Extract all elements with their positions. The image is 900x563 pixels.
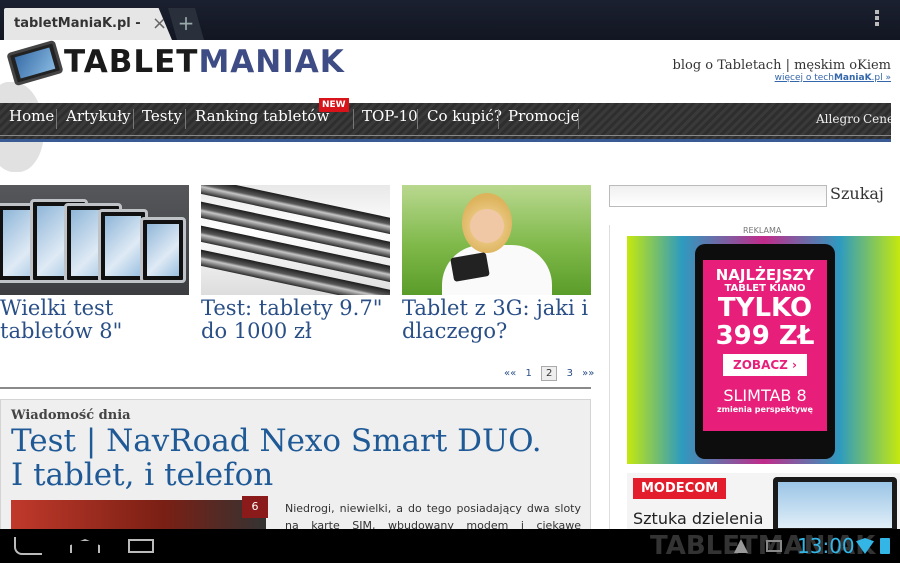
techlink-bold: ManiaK xyxy=(833,73,872,83)
logo-tablet-icon[interactable] xyxy=(6,40,64,87)
modecom-ad-banner[interactable]: MODECOM Sztuka dzielenia xyxy=(627,473,900,529)
pager-page-2[interactable]: 2 xyxy=(541,366,558,381)
modecom-logo: MODECOM xyxy=(633,478,727,499)
main-nav: Home Artykuły Testy Ranking tabletów NEW… xyxy=(0,98,891,139)
recent-apps-icon[interactable] xyxy=(128,539,154,553)
back-icon[interactable] xyxy=(14,537,42,555)
featured-title[interactable]: Test: tablety 9.7" do 1000 zł xyxy=(201,297,390,343)
daily-story-excerpt: Niedrogi, niewielki, a do tego posiadają… xyxy=(285,502,581,529)
daily-story: Wiadomość dnia Test | NavRoad Nexo Smart… xyxy=(0,399,591,529)
ad-only: TYLKO xyxy=(717,293,813,323)
nav-divider xyxy=(578,109,579,129)
nav-divider xyxy=(56,109,57,129)
nav-divider xyxy=(498,109,499,129)
nav-accent-line xyxy=(0,139,891,142)
featured-item[interactable]: Tablet z 3G: jaki i dlaczego? xyxy=(402,185,591,343)
site-tagline: blog o Tabletach | męskim oKiem xyxy=(672,58,891,73)
nav-divider xyxy=(417,109,418,129)
ad-label: REKLAMA xyxy=(743,226,782,235)
clock[interactable]: 13:00 xyxy=(797,534,855,558)
nav-divider xyxy=(353,109,354,129)
header-tagline-block: blog o Tabletach | męskim oKiem więcej o… xyxy=(673,58,891,83)
nav-top10[interactable]: TOP-10 xyxy=(362,107,418,125)
site-logo[interactable]: TABLETMANIAK xyxy=(64,44,345,80)
pager-first[interactable]: «« xyxy=(504,368,516,379)
kiano-ad-banner[interactable]: NAJLŻEJSZY TABLET KIANO TYLKO 399 ZŁ ZOB… xyxy=(627,236,900,464)
featured-image[interactable] xyxy=(402,185,591,295)
search-input[interactable] xyxy=(609,185,827,207)
ad-tablet-graphic: NAJLŻEJSZY TABLET KIANO TYLKO 399 ZŁ ZOB… xyxy=(695,244,835,459)
featured-image[interactable] xyxy=(0,185,189,295)
featured-title[interactable]: Tablet z 3G: jaki i dlaczego? xyxy=(402,297,591,343)
screenshot-notification-icon[interactable] xyxy=(766,540,782,552)
modecom-ad-text: Sztuka dzielenia xyxy=(633,509,764,528)
home-icon[interactable] xyxy=(70,539,100,553)
ad-product-name: SLIMTAB 8 xyxy=(723,386,807,405)
comments-count-badge[interactable]: 6 xyxy=(242,496,268,518)
techlink-prefix: więcej o tech xyxy=(774,73,834,83)
nav-allegro[interactable]: Allegro xyxy=(816,112,860,126)
nav-ceneo[interactable]: Ceneo xyxy=(863,112,891,126)
overflow-menu-icon[interactable] xyxy=(872,10,882,30)
nav-co-kupic[interactable]: Co kupić? xyxy=(427,107,502,125)
techlink-suffix: .pl » xyxy=(871,73,891,83)
sidebar-divider xyxy=(609,225,610,529)
ad-slogan: zmienia perspektywę xyxy=(717,405,813,414)
pager-last[interactable]: »» xyxy=(582,368,594,379)
close-tab-icon[interactable]: × xyxy=(152,13,167,34)
pager-page-3[interactable]: 3 xyxy=(567,368,573,379)
featured-item[interactable]: Wielki test tabletów 8" xyxy=(0,185,189,343)
nav-divider xyxy=(133,109,134,129)
nav-home[interactable]: Home xyxy=(9,107,54,125)
nav-testy[interactable]: Testy xyxy=(142,107,182,125)
featured-item[interactable]: Test: tablety 9.7" do 1000 zł xyxy=(201,185,390,343)
daily-story-image[interactable] xyxy=(11,500,266,529)
nav-artykuly[interactable]: Artykuły xyxy=(66,107,131,125)
browser-tab-title: tabletManiaK.pl - r... xyxy=(14,16,140,31)
system-navigation-bar: TABLETMANIAK 13:00 xyxy=(0,529,900,563)
ad-headline: NAJLŻEJSZY xyxy=(715,266,815,284)
logo-part-tablet: TABLET xyxy=(64,44,199,80)
browser-tab[interactable]: tabletManiaK.pl - r... × xyxy=(4,8,172,40)
search-button[interactable]: Szukaj xyxy=(830,184,884,203)
modecom-device-image xyxy=(773,477,897,529)
section-divider xyxy=(0,387,591,389)
ad-price: 399 ZŁ xyxy=(715,321,815,351)
daily-story-label: Wiadomość dnia xyxy=(11,408,131,423)
featured-image[interactable] xyxy=(201,185,390,295)
slider-pagination: «« 1 2 3 »» xyxy=(504,366,600,381)
browser-tab-strip: tabletManiaK.pl - r... × + xyxy=(0,0,900,40)
nav-divider-line xyxy=(0,135,891,136)
pager-page-1[interactable]: 1 xyxy=(525,368,531,379)
featured-title[interactable]: Wielki test tabletów 8" xyxy=(0,297,189,343)
daily-story-title[interactable]: Test | NavRoad Nexo Smart DUO. I tablet,… xyxy=(11,424,551,492)
ad-cta-button[interactable]: ZOBACZ › xyxy=(723,354,807,376)
techmaniak-link[interactable]: więcej o techManiaK.pl » xyxy=(673,73,891,83)
nav-divider xyxy=(185,109,186,129)
battery-icon[interactable] xyxy=(880,538,890,554)
web-page: TABLETMANIAK blog o Tabletach | męskim o… xyxy=(0,40,900,529)
nav-ranking[interactable]: Ranking tabletów xyxy=(195,107,329,125)
new-badge: NEW xyxy=(319,98,349,112)
logo-part-maniak: MANIAK xyxy=(198,44,345,80)
nav-promocje[interactable]: Promocje xyxy=(508,107,579,125)
new-tab-button[interactable]: + xyxy=(168,8,204,40)
